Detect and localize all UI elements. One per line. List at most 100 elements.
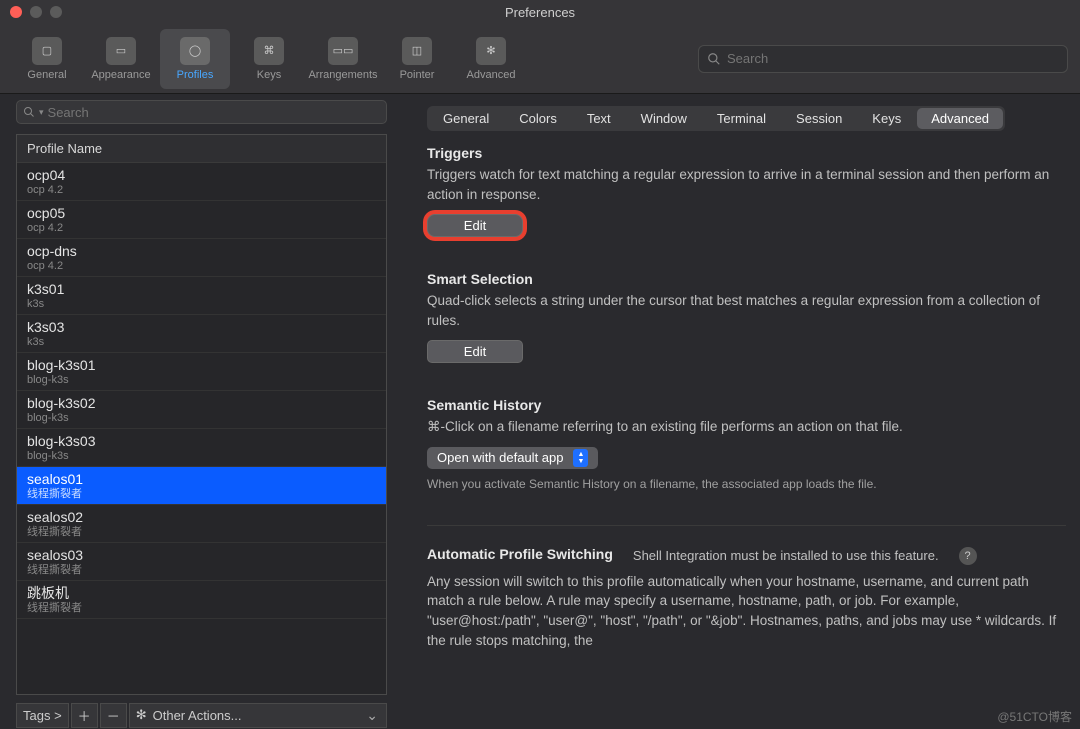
- advanced-panel: Triggers Triggers watch for text matchin…: [413, 141, 1066, 724]
- tags-button[interactable]: Tags >: [16, 703, 69, 728]
- tab-session[interactable]: Session: [782, 108, 856, 129]
- main-toolbar: ▢ General ▭ Appearance ◯Profiles⌘Keys ▭▭ Arran…: [0, 24, 1080, 94]
- arrangements-icon: ▭▭: [328, 37, 358, 65]
- profile-sub: 线程撕裂者: [27, 602, 376, 615]
- appearance-icon: ▭: [106, 37, 136, 65]
- profile-sub: 线程撕裂者: [27, 564, 376, 577]
- profile-item[interactable]: k3s03k3s: [17, 315, 386, 353]
- smart-selection-section: Smart Selection Quad-click selects a str…: [427, 271, 1066, 363]
- sidebar-search[interactable]: ▾: [16, 100, 387, 124]
- tab-advanced[interactable]: Advanced: [917, 108, 1003, 129]
- main-panel: GeneralColorsTextWindowTerminalSessionKe…: [403, 94, 1080, 729]
- profile-item[interactable]: blog-k3s02blog-k3s: [17, 391, 386, 429]
- profile-item[interactable]: 跳板机线程撕裂者: [17, 581, 386, 619]
- tab-text[interactable]: Text: [573, 108, 625, 129]
- profile-sub: ocp 4.2: [27, 260, 376, 273]
- toolbar-advanced[interactable]: ✻ Advanced: [456, 29, 526, 89]
- profile-name: sealos02: [27, 509, 376, 526]
- toolbar-label: General: [27, 69, 66, 81]
- pointer-icon: ◫: [402, 37, 432, 65]
- toolbar-general[interactable]: ▢ General: [12, 29, 82, 89]
- general-icon: ▢: [32, 37, 62, 65]
- profile-sub: blog-k3s: [27, 450, 376, 463]
- profile-name: blog-k3s03: [27, 433, 376, 450]
- profile-item[interactable]: ocp-dnsocp 4.2: [17, 239, 386, 277]
- tab-general[interactable]: General: [429, 108, 503, 129]
- toolbar-label: Advanced: [467, 69, 516, 81]
- sidebar: ▾ Profile Name ocp04ocp 4.2ocp05ocp 4.2o…: [0, 94, 403, 729]
- profile-item[interactable]: ocp04ocp 4.2: [17, 163, 386, 201]
- profile-item[interactable]: k3s01k3s: [17, 277, 386, 315]
- profile-list-header: Profile Name: [17, 135, 386, 163]
- titlebar: Preferences: [0, 0, 1080, 24]
- sidebar-footer: Tags > ＋ － ✻ Other Actions...: [16, 701, 387, 729]
- toolbar-label: Arrangements: [308, 69, 377, 81]
- section-title: Triggers: [427, 145, 1066, 161]
- profile-item[interactable]: ocp05ocp 4.2: [17, 201, 386, 239]
- toolbar-appearance[interactable]: ▭ Appearance: [86, 29, 156, 89]
- watermark: @51CTO博客: [997, 708, 1072, 725]
- section-note: When you activate Semantic History on a …: [427, 477, 1066, 491]
- toolbar-search-input[interactable]: [727, 51, 1059, 66]
- profile-item[interactable]: blog-k3s03blog-k3s: [17, 429, 386, 467]
- profile-sub: ocp 4.2: [27, 184, 376, 197]
- shell-integration-hint: Shell Integration must be installed to u…: [633, 548, 939, 563]
- other-actions-label: Other Actions...: [153, 708, 242, 723]
- profile-sub: 线程撕裂者: [27, 488, 376, 501]
- remove-profile-button[interactable]: －: [100, 703, 127, 728]
- toolbar-label: Keys: [257, 69, 281, 81]
- gear-icon: ✻: [136, 707, 147, 723]
- semantic-history-section: Semantic History ⌘-Click on a filename r…: [427, 397, 1066, 491]
- profile-sub: blog-k3s: [27, 412, 376, 425]
- profile-sub: blog-k3s: [27, 374, 376, 387]
- section-desc: Triggers watch for text matching a regul…: [427, 165, 1066, 204]
- toolbar-arrangements[interactable]: ▭▭ Arrangements: [308, 29, 378, 89]
- window-title: Preferences: [0, 5, 1080, 20]
- section-desc: Any session will switch to this profile …: [427, 572, 1066, 650]
- profile-name: ocp04: [27, 167, 376, 184]
- profile-name: k3s03: [27, 319, 376, 336]
- dropdown-arrows-icon: ▲▼: [573, 449, 588, 467]
- toolbar-label: Appearance: [91, 69, 150, 81]
- tab-terminal[interactable]: Terminal: [703, 108, 780, 129]
- toolbar-search[interactable]: [698, 45, 1068, 73]
- toolbar-label: Pointer: [400, 69, 435, 81]
- add-profile-button[interactable]: ＋: [71, 703, 98, 728]
- help-icon[interactable]: ?: [959, 547, 977, 565]
- toolbar-pointer[interactable]: ◫ Pointer: [382, 29, 452, 89]
- edit-triggers-button[interactable]: Edit: [427, 214, 523, 237]
- toolbar-label: Profiles: [177, 69, 214, 81]
- profile-name: sealos01: [27, 471, 376, 488]
- toolbar-keys[interactable]: ⌘Keys: [234, 29, 304, 89]
- profile-sub: k3s: [27, 336, 376, 349]
- tab-window[interactable]: Window: [627, 108, 701, 129]
- tab-colors[interactable]: Colors: [505, 108, 571, 129]
- triggers-section: Triggers Triggers watch for text matchin…: [427, 145, 1066, 237]
- profile-item[interactable]: sealos01线程撕裂者: [17, 467, 386, 505]
- profile-name: 跳板机: [27, 585, 376, 602]
- profile-item[interactable]: sealos02线程撕裂者: [17, 505, 386, 543]
- section-title: Smart Selection: [427, 271, 1066, 287]
- profile-sub: ocp 4.2: [27, 222, 376, 235]
- section-desc: Quad-click selects a string under the cu…: [427, 291, 1066, 330]
- toolbar-profiles[interactable]: ◯Profiles: [160, 29, 230, 89]
- chevron-down-icon: ▾: [39, 107, 44, 118]
- advanced-icon: ✻: [476, 37, 506, 65]
- sidebar-search-input[interactable]: [48, 105, 380, 120]
- profile-name: ocp05: [27, 205, 376, 222]
- profile-name: sealos03: [27, 547, 376, 564]
- section-desc: ⌘-Click on a filename referring to an ex…: [427, 417, 1066, 437]
- profile-list: Profile Name ocp04ocp 4.2ocp05ocp 4.2ocp…: [16, 134, 387, 695]
- profile-name: blog-k3s02: [27, 395, 376, 412]
- profile-tabbar: GeneralColorsTextWindowTerminalSessionKe…: [427, 106, 1005, 131]
- profile-item[interactable]: blog-k3s01blog-k3s: [17, 353, 386, 391]
- section-title: Automatic Profile Switching: [427, 546, 613, 562]
- profile-sub: k3s: [27, 298, 376, 311]
- other-actions-dropdown[interactable]: ✻ Other Actions...: [129, 703, 387, 728]
- semantic-history-dropdown[interactable]: Open with default app ▲▼: [427, 447, 598, 469]
- profile-name: blog-k3s01: [27, 357, 376, 374]
- profile-name: k3s01: [27, 281, 376, 298]
- edit-smart-selection-button[interactable]: Edit: [427, 340, 523, 363]
- tab-keys[interactable]: Keys: [858, 108, 915, 129]
- profile-item[interactable]: sealos03线程撕裂者: [17, 543, 386, 581]
